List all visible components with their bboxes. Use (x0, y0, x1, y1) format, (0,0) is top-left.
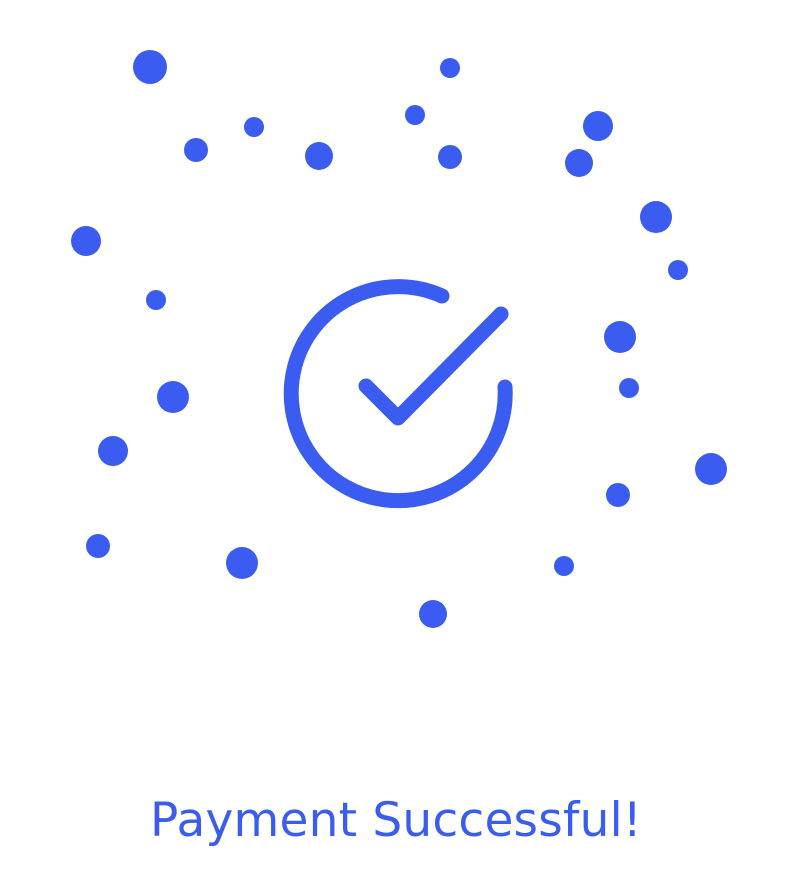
confetti-dots (71, 50, 727, 628)
confetti-dot (554, 556, 574, 576)
confetti-dot (695, 453, 727, 485)
confetti-dot (226, 547, 258, 579)
check-circle-ring (283, 279, 513, 509)
confetti-dot (604, 321, 636, 353)
success-illustration (0, 0, 792, 700)
confetti-dot (86, 534, 110, 558)
checkmark-icon (358, 306, 509, 426)
payment-status-title: Payment Successful! (150, 793, 642, 848)
confetti-dot (405, 105, 425, 125)
confetti-dot (419, 600, 447, 628)
confetti-dot (565, 149, 593, 177)
confetti-dots-group (71, 50, 727, 628)
confetti-dot (305, 142, 333, 170)
confetti-dot (98, 436, 128, 466)
confetti-dot (244, 117, 264, 137)
confetti-dot (184, 138, 208, 162)
confetti-dot (133, 50, 167, 84)
confetti-dot (640, 201, 672, 233)
confetti-dot (583, 111, 613, 141)
confetti-dot (71, 226, 101, 256)
confetti-dot (668, 260, 688, 280)
confetti-dot (619, 378, 639, 398)
check-circle-icon (283, 279, 513, 509)
confetti-dot (157, 381, 189, 413)
confetti-dot (440, 58, 460, 78)
confetti-dot (146, 290, 166, 310)
confetti-dot (606, 483, 630, 507)
confetti-dot (438, 145, 462, 169)
